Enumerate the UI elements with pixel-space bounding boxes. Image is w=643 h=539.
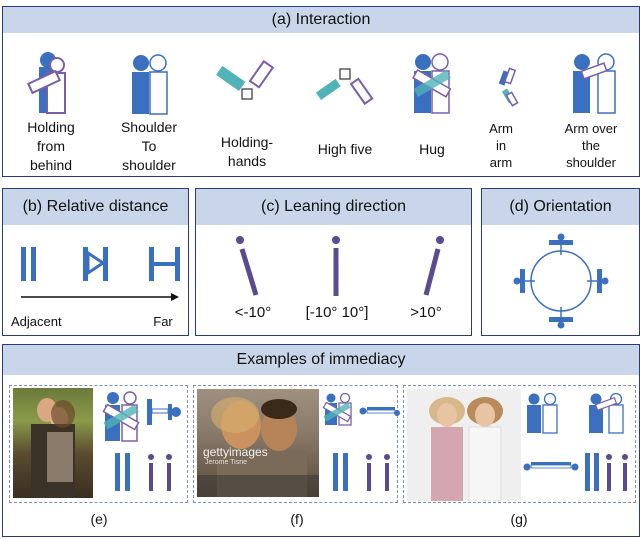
lean-left-icon xyxy=(236,236,259,296)
interaction-label-holding-from-behind: Holding from behind xyxy=(27,119,75,173)
examples-title: Examples of immediacy xyxy=(3,345,639,375)
orientation-title: (d) Orientation xyxy=(482,189,639,225)
interaction-label-hug: Hug xyxy=(419,141,445,157)
example-e-photo xyxy=(13,388,93,498)
example-e-lean-icon xyxy=(148,454,172,491)
example-f-distance-icon xyxy=(333,453,348,491)
distance-medium-icon xyxy=(83,247,108,281)
arm-in-arm-icon xyxy=(498,67,519,107)
example-g-lean-icon xyxy=(606,454,628,491)
caption-g: (g) xyxy=(510,511,528,527)
distance-adjacent-icon xyxy=(21,247,36,281)
leaning-panel: (c) Leaning direction <-10° [-10° 10°] >… xyxy=(195,188,472,336)
interaction-label-shoulder-to-shoulder: Shoulder To shoulder xyxy=(120,119,178,173)
example-f-photo: gettyimages Jerome Tisne xyxy=(197,389,319,497)
distance-arrow xyxy=(21,293,179,301)
example-f-lean-icon xyxy=(366,454,390,491)
interaction-title: (a) Interaction xyxy=(3,7,639,33)
watermark-subtext: Jerome Tisne xyxy=(205,459,248,466)
example-e-distance-icon xyxy=(115,453,130,491)
distance-right-label: Far xyxy=(153,314,173,329)
holding-from-behind-icon xyxy=(26,52,66,114)
distance-far-icon xyxy=(149,247,180,281)
interaction-label-arm-in-arm: Arm in arm xyxy=(489,121,513,170)
example-g-shoulder-icon xyxy=(527,392,558,434)
interaction-label-high-five: High five xyxy=(317,141,373,157)
example-f-hug-icon xyxy=(322,392,352,426)
example-e-orientation-icon xyxy=(147,399,181,425)
example-g-arm-over-icon xyxy=(589,392,624,434)
lean-right-icon xyxy=(423,236,444,296)
example-e-hug-icon xyxy=(102,391,140,442)
watermark-text: gettyimages xyxy=(203,445,268,459)
example-g-distance-icon xyxy=(585,453,599,491)
example-f-orientation-icon xyxy=(359,407,400,416)
distance-panel: (b) Relative distance Adjacent Far xyxy=(2,188,189,336)
caption-e: (e) xyxy=(90,511,108,527)
leaning-title: (c) Leaning direction xyxy=(196,189,471,225)
interaction-label-arm-over-shoulder: Arm over the shoulder xyxy=(564,121,618,170)
hug-icon xyxy=(412,53,452,114)
orientation-diagram xyxy=(513,233,609,329)
distance-title: (b) Relative distance xyxy=(3,189,188,225)
shoulder-to-shoulder-icon xyxy=(132,54,168,115)
lean-label-left: <-10° xyxy=(234,304,272,321)
distance-left-label: Adjacent xyxy=(11,314,62,329)
examples-panel: Examples of immediacy gettyimages Jerome… xyxy=(2,344,640,537)
high-five-icon xyxy=(315,68,374,106)
orientation-panel: (d) Orientation xyxy=(481,188,640,336)
lean-neutral-icon xyxy=(332,236,340,296)
lean-label-right: >10° xyxy=(410,304,442,321)
caption-f: (f) xyxy=(290,511,304,527)
arm-over-shoulder-icon xyxy=(573,53,616,114)
interaction-label-holding-hands: Holding- hands xyxy=(220,134,274,169)
lean-label-neutral: [-10° 10°] xyxy=(305,304,369,321)
holding-hands-icon xyxy=(216,59,275,100)
example-g-orientation-icon xyxy=(523,462,579,471)
example-g-photo xyxy=(407,389,521,501)
interaction-panel: (a) Interaction Holding from behind Shou… xyxy=(2,6,640,177)
